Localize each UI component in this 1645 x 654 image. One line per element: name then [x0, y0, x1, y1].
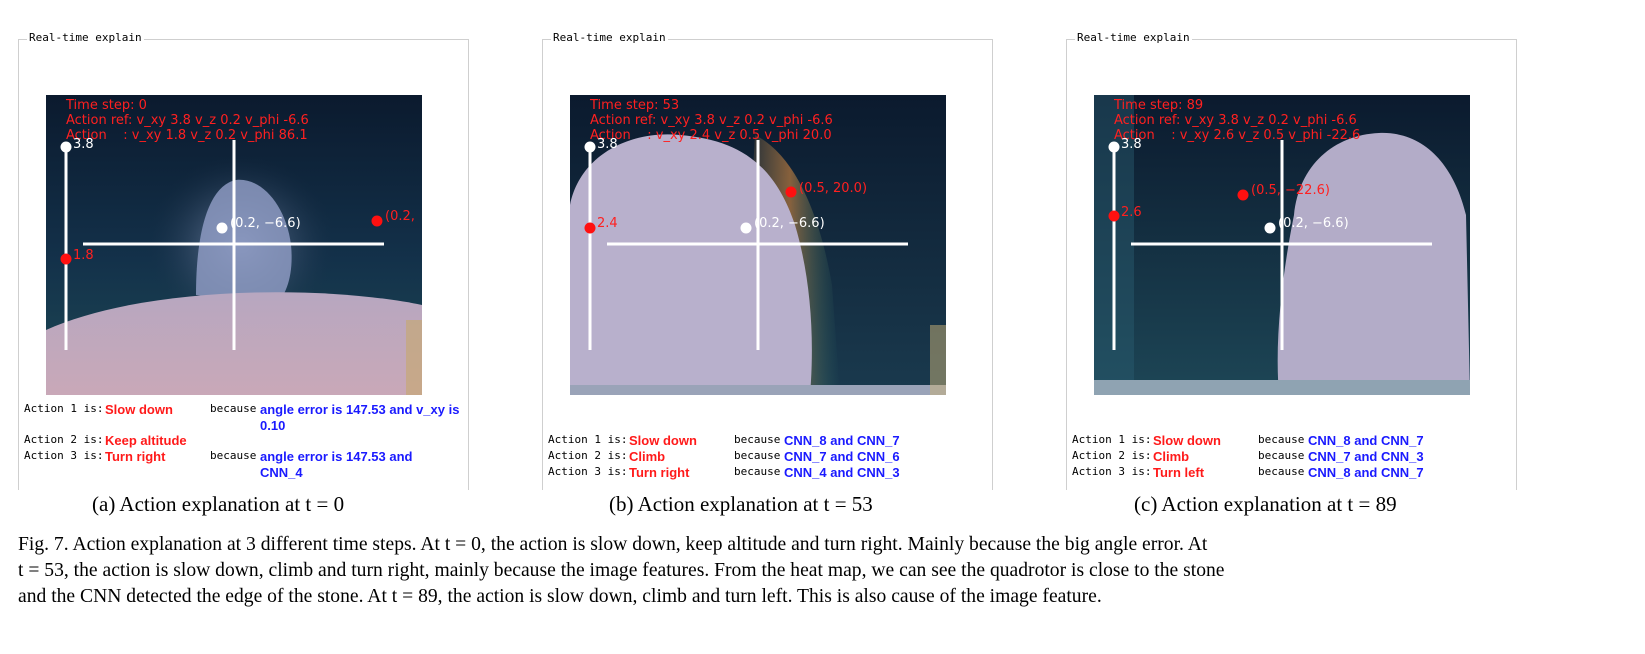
heatmap-view: Time step: 53 Action ref: v_xy 3.8 v_z 0…	[570, 95, 946, 395]
because-label: because	[210, 449, 257, 462]
because-label: because	[1258, 465, 1305, 478]
panel-b: Real-time explain Time step: 53 Action r…	[524, 0, 1024, 540]
action-list: Action 1 is: Slow down because angle err…	[24, 402, 464, 482]
action-name: Slow down	[1153, 433, 1221, 448]
frame-title: Real-time explain	[551, 31, 668, 44]
subcaption: (b) Action explanation at t = 53	[609, 492, 873, 516]
action-name: Turn right	[105, 449, 166, 464]
action-key: Action 3 is:	[24, 449, 104, 462]
action-name: Turn left	[1153, 465, 1205, 480]
action-key: Action 3 is:	[548, 465, 628, 478]
action-reason: CNN_7 and CNN_3	[1308, 449, 1424, 464]
action-key: Action 2 is:	[548, 449, 628, 462]
caption-line: t = 53, the action is slow down, climb a…	[18, 560, 1225, 581]
panel-c: Real-time explain Time step: 89 Action r…	[1048, 0, 1548, 540]
action-name: Turn right	[629, 465, 690, 480]
action-reason: CNN_4 and CNN_3	[784, 465, 900, 480]
because-label: because	[734, 433, 781, 446]
because-label: because	[1258, 449, 1305, 462]
caption-line: Fig. 7. Action explanation at 3 differen…	[18, 534, 1208, 555]
action-reason: angle error is 147.53 and v_xy is 0.10	[260, 402, 460, 433]
action-point-label: (0.5, −22.6)	[1251, 183, 1330, 198]
action-name: Keep altitude	[105, 433, 187, 448]
vxy-ref-label: 3.8	[1121, 137, 1142, 152]
frame-title: Real-time explain	[27, 31, 144, 44]
action-key: Action 1 is:	[24, 402, 104, 415]
action-reason: angle error is 147.53 and CNN_4	[260, 449, 413, 480]
action-name: Climb	[629, 449, 666, 464]
action-point-label: (0.2,	[385, 209, 415, 224]
because-label: because	[210, 402, 257, 415]
action-reason: CNN_8 and CNN_7	[1308, 465, 1424, 480]
action-list: Action 1 is: Slow down because CNN_8 and…	[1072, 433, 1512, 483]
hud-action-ref: Action ref: v_xy 3.8 v_z 0.2 v_phi -6.6	[1114, 113, 1357, 128]
because-label: because	[734, 465, 781, 478]
vxy-ref-label: 3.8	[73, 137, 94, 152]
subcaption: (a) Action explanation at t = 0	[92, 492, 345, 516]
action-key: Action 2 is:	[24, 433, 104, 446]
hud-text: Time step: 89 Action ref: v_xy 3.8 v_z 0…	[1114, 98, 1360, 143]
hud-action: Action : v_xy 2.6 v_z 0.5 v_phi -22.6	[1114, 128, 1361, 143]
hud-action: Action : v_xy 1.8 v_z 0.2 v_phi 86.1	[66, 128, 308, 143]
action-key: Action 3 is:	[1072, 465, 1152, 478]
action-point-label: (0.5, 20.0)	[799, 181, 868, 196]
hud-time-step: Time step: 53	[590, 98, 680, 113]
action-name: Slow down	[105, 402, 173, 417]
because-label: because	[1258, 433, 1305, 446]
frame-title: Real-time explain	[1075, 31, 1192, 44]
vxy-action-label: 1.8	[73, 248, 94, 263]
vxy-ref-label: 3.8	[597, 137, 618, 152]
vxy-action-label: 2.6	[1121, 205, 1142, 220]
hud-time-step: Time step: 0	[66, 98, 147, 113]
hud-action-ref: Action ref: v_xy 3.8 v_z 0.2 v_phi -6.6	[590, 113, 833, 128]
action-list: Action 1 is: Slow down because CNN_8 and…	[548, 433, 988, 483]
hud-time-step: Time step: 89	[1114, 98, 1204, 113]
action-key: Action 1 is:	[548, 433, 628, 446]
ref-point-label: (0.2, −6.6)	[754, 216, 825, 231]
hud-action: Action : v_xy 2.4 v_z 0.5 v_phi 20.0	[590, 128, 832, 143]
hud-action-ref: Action ref: v_xy 3.8 v_z 0.2 v_phi -6.6	[66, 113, 309, 128]
action-reason: CNN_8 and CNN_7	[1308, 433, 1424, 448]
action-key: Action 1 is:	[1072, 433, 1152, 446]
action-reason: CNN_7 and CNN_6	[784, 449, 900, 464]
heatmap-view: Time step: 89 Action ref: v_xy 3.8 v_z 0…	[1094, 95, 1470, 395]
hud-text: Time step: 53 Action ref: v_xy 3.8 v_z 0…	[590, 98, 833, 143]
heatmap-view: Time step: 0 Action ref: v_xy 3.8 v_z 0.…	[46, 95, 422, 395]
caption-line: and the CNN detected the edge of the sto…	[18, 586, 1102, 607]
vxy-action-label: 2.4	[597, 216, 618, 231]
ref-point-label: (0.2, −6.6)	[230, 216, 301, 231]
action-name: Slow down	[629, 433, 697, 448]
panel-a: Real-time explain Time step: 0 Action re…	[0, 0, 500, 540]
hud-text: Time step: 0 Action ref: v_xy 3.8 v_z 0.…	[66, 98, 309, 143]
action-reason: CNN_8 and CNN_7	[784, 433, 900, 448]
subcaption: (c) Action explanation at t = 89	[1134, 492, 1397, 516]
ref-point-label: (0.2, −6.6)	[1278, 216, 1349, 231]
because-label: because	[734, 449, 781, 462]
action-name: Climb	[1153, 449, 1190, 464]
figure-caption: Fig. 7. Action explanation at 3 differen…	[18, 532, 1518, 610]
action-key: Action 2 is:	[1072, 449, 1152, 462]
